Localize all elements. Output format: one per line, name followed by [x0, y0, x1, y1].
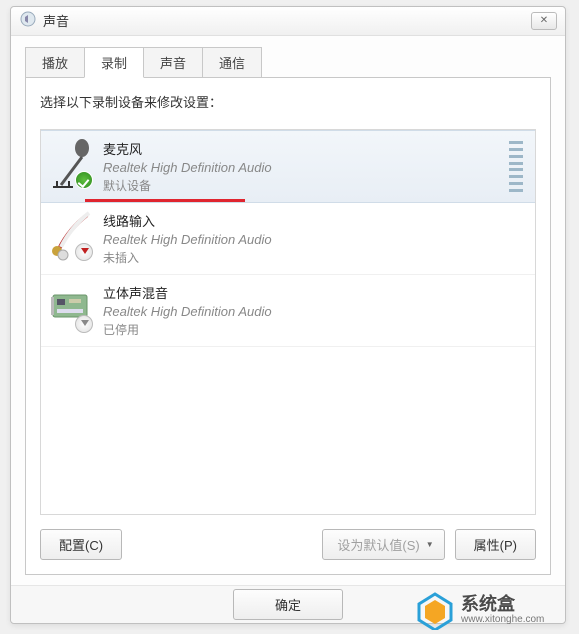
panel-button-row: 配置(C) 设为默认值(S) ▼ 属性(P) — [40, 529, 536, 560]
speaker-icon — [19, 10, 37, 31]
check-badge-icon — [75, 171, 93, 189]
dialog-footer: 确定 — [11, 585, 565, 623]
device-name: 立体声混音 — [103, 283, 527, 302]
device-name: 麦克风 — [103, 139, 509, 158]
tab-comm[interactable]: 通信 — [202, 47, 262, 78]
sound-dialog: 声音 ✕ 播放 录制 声音 通信 选择以下录制设备来修改设置： — [10, 6, 566, 624]
microphone-icon — [49, 137, 95, 191]
device-driver: Realtek High Definition Audio — [103, 304, 527, 319]
instruction-text: 选择以下录制设备来修改设置： — [40, 92, 536, 111]
unplugged-badge-icon — [75, 243, 93, 261]
chevron-down-icon: ▼ — [426, 540, 434, 549]
set-default-label: 设为默认值(S) — [337, 535, 419, 554]
configure-button[interactable]: 配置(C) — [40, 529, 122, 560]
close-icon: ✕ — [540, 15, 548, 26]
set-default-button[interactable]: 设为默认值(S) ▼ — [322, 529, 444, 560]
ok-button[interactable]: 确定 — [233, 589, 343, 620]
device-status: 已停用 — [103, 321, 527, 338]
close-button[interactable]: ✕ — [531, 12, 557, 30]
vu-meter — [509, 137, 523, 196]
device-driver: Realtek High Definition Audio — [103, 232, 527, 247]
tab-playback[interactable]: 播放 — [25, 47, 85, 78]
properties-button[interactable]: 属性(P) — [455, 529, 536, 560]
sound-card-icon — [49, 281, 95, 335]
device-text: 麦克风 Realtek High Definition Audio 默认设备 — [103, 137, 509, 196]
device-line-in[interactable]: 线路输入 Realtek High Definition Audio 未插入 — [41, 203, 535, 275]
device-status: 默认设备 — [103, 177, 509, 194]
tab-panel-recording: 选择以下录制设备来修改设置： 麦克风 Realtek High Definiti… — [25, 77, 551, 575]
tab-sounds[interactable]: 声音 — [143, 47, 203, 78]
device-text: 线路输入 Realtek High Definition Audio 未插入 — [103, 209, 527, 268]
device-name: 线路输入 — [103, 211, 527, 230]
device-stereo-mix[interactable]: 立体声混音 Realtek High Definition Audio 已停用 — [41, 275, 535, 347]
tab-recording[interactable]: 录制 — [84, 47, 144, 78]
titlebar: 声音 ✕ — [11, 7, 565, 36]
device-status: 未插入 — [103, 249, 527, 266]
disabled-badge-icon — [75, 315, 93, 333]
device-microphone[interactable]: 麦克风 Realtek High Definition Audio 默认设备 — [41, 130, 535, 203]
device-driver: Realtek High Definition Audio — [103, 160, 509, 175]
window-title: 声音 — [43, 11, 69, 30]
line-in-icon — [49, 209, 95, 263]
device-list[interactable]: 麦克风 Realtek High Definition Audio 默认设备 — [40, 129, 536, 515]
tab-strip: 播放 录制 声音 通信 — [11, 36, 565, 77]
device-text: 立体声混音 Realtek High Definition Audio 已停用 — [103, 281, 527, 340]
highlight-underline — [85, 199, 245, 202]
